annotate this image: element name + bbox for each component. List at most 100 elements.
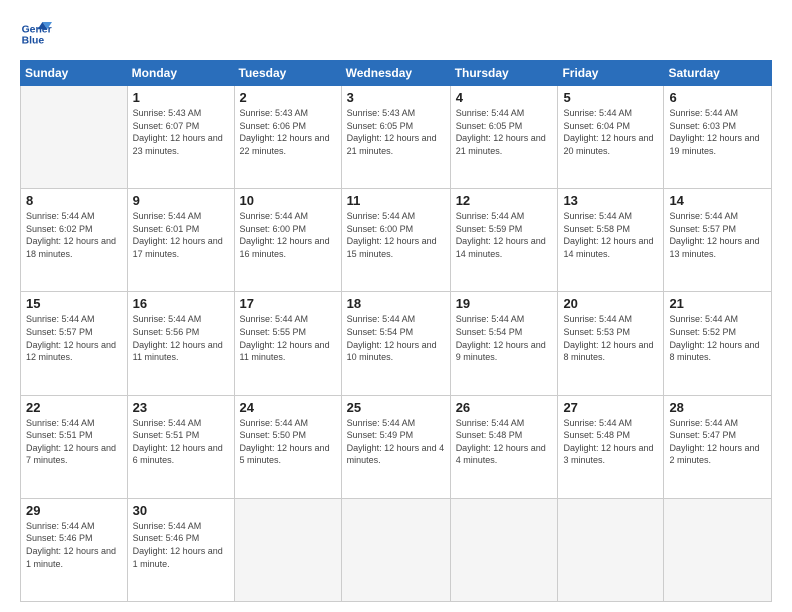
day-info: Sunrise: 5:44 AMSunset: 5:46 PMDaylight:… [133, 521, 223, 569]
day-number: 20 [563, 296, 658, 311]
calendar-cell: 19Sunrise: 5:44 AMSunset: 5:54 PMDayligh… [450, 292, 558, 395]
calendar-table: SundayMondayTuesdayWednesdayThursdayFrid… [20, 60, 772, 602]
day-number: 28 [669, 400, 766, 415]
day-number: 19 [456, 296, 553, 311]
weekday-header-thursday: Thursday [450, 61, 558, 86]
day-number: 17 [240, 296, 336, 311]
day-info: Sunrise: 5:44 AMSunset: 6:00 PMDaylight:… [347, 211, 437, 259]
day-number: 12 [456, 193, 553, 208]
day-number: 29 [26, 503, 122, 518]
day-info: Sunrise: 5:44 AMSunset: 6:03 PMDaylight:… [669, 108, 759, 156]
weekday-header-wednesday: Wednesday [341, 61, 450, 86]
day-info: Sunrise: 5:44 AMSunset: 5:47 PMDaylight:… [669, 418, 759, 466]
day-number: 14 [669, 193, 766, 208]
week-row-4: 29 Sunrise: 5:44 AMSunset: 5:46 PMDayligh… [21, 498, 772, 601]
day-number: 15 [26, 296, 122, 311]
calendar-cell: 2Sunrise: 5:43 AMSunset: 6:06 PMDaylight… [234, 86, 341, 189]
calendar-cell: 10 Sunrise: 5:44 AMSunset: 6:00 PMDayligh… [234, 189, 341, 292]
day-number: 8 [26, 193, 122, 208]
day-number: 26 [456, 400, 553, 415]
day-info: Sunrise: 5:43 AMSunset: 6:07 PMDaylight:… [133, 108, 223, 156]
day-info: Sunrise: 5:44 AMSunset: 6:02 PMDaylight:… [26, 211, 116, 259]
week-row-2: 15 Sunrise: 5:44 AMSunset: 5:57 PMDayligh… [21, 292, 772, 395]
calendar-cell: 14 Sunrise: 5:44 AMSunset: 5:57 PMDayligh… [664, 189, 772, 292]
day-info: Sunrise: 5:44 AMSunset: 5:52 PMDaylight:… [669, 314, 759, 362]
calendar-cell: 16Sunrise: 5:44 AMSunset: 5:56 PMDayligh… [127, 292, 234, 395]
day-info: Sunrise: 5:44 AMSunset: 5:57 PMDaylight:… [669, 211, 759, 259]
day-number: 25 [347, 400, 445, 415]
day-number: 21 [669, 296, 766, 311]
calendar-cell [558, 498, 664, 601]
calendar-cell: 1 Sunrise: 5:43 AMSunset: 6:07 PMDaylight… [127, 86, 234, 189]
day-info: Sunrise: 5:44 AMSunset: 5:51 PMDaylight:… [26, 418, 116, 466]
day-info: Sunrise: 5:44 AMSunset: 5:53 PMDaylight:… [563, 314, 653, 362]
calendar-cell [234, 498, 341, 601]
logo-icon: General Blue [20, 18, 52, 50]
calendar-cell [21, 86, 128, 189]
svg-text:Blue: Blue [22, 36, 45, 47]
day-number: 3 [347, 90, 445, 105]
weekday-header-tuesday: Tuesday [234, 61, 341, 86]
day-info: Sunrise: 5:44 AMSunset: 5:46 PMDaylight:… [26, 521, 116, 569]
calendar-cell: 21 Sunrise: 5:44 AMSunset: 5:52 PMDayligh… [664, 292, 772, 395]
day-info: Sunrise: 5:44 AMSunset: 6:00 PMDaylight:… [240, 211, 330, 259]
logo: General Blue [20, 18, 52, 50]
day-number: 27 [563, 400, 658, 415]
calendar-cell: 28 Sunrise: 5:44 AMSunset: 5:47 PMDayligh… [664, 395, 772, 498]
day-info: Sunrise: 5:44 AMSunset: 5:48 PMDaylight:… [456, 418, 546, 466]
day-number: 5 [563, 90, 658, 105]
weekday-header-sunday: Sunday [21, 61, 128, 86]
weekday-header-row: SundayMondayTuesdayWednesdayThursdayFrid… [21, 61, 772, 86]
day-info: Sunrise: 5:44 AMSunset: 5:59 PMDaylight:… [456, 211, 546, 259]
header: General Blue [20, 18, 772, 50]
day-info: Sunrise: 5:44 AMSunset: 6:01 PMDaylight:… [133, 211, 223, 259]
day-number: 16 [133, 296, 229, 311]
calendar-cell [450, 498, 558, 601]
day-info: Sunrise: 5:43 AMSunset: 6:05 PMDaylight:… [347, 108, 437, 156]
day-info: Sunrise: 5:44 AMSunset: 5:57 PMDaylight:… [26, 314, 116, 362]
day-info: Sunrise: 5:43 AMSunset: 6:06 PMDaylight:… [240, 108, 330, 156]
week-row-3: 22Sunrise: 5:44 AMSunset: 5:51 PMDayligh… [21, 395, 772, 498]
calendar-cell: 23Sunrise: 5:44 AMSunset: 5:51 PMDayligh… [127, 395, 234, 498]
day-number: 30 [133, 503, 229, 518]
day-number: 11 [347, 193, 445, 208]
calendar-cell: 27 Sunrise: 5:44 AMSunset: 5:48 PMDayligh… [558, 395, 664, 498]
day-info: Sunrise: 5:44 AMSunset: 5:48 PMDaylight:… [563, 418, 653, 466]
weekday-header-saturday: Saturday [664, 61, 772, 86]
day-info: Sunrise: 5:44 AMSunset: 5:51 PMDaylight:… [133, 418, 223, 466]
calendar-cell: 18Sunrise: 5:44 AMSunset: 5:54 PMDayligh… [341, 292, 450, 395]
week-row-1: 8 Sunrise: 5:44 AMSunset: 6:02 PMDaylight… [21, 189, 772, 292]
calendar-cell: 20 Sunrise: 5:44 AMSunset: 5:53 PMDayligh… [558, 292, 664, 395]
weekday-header-monday: Monday [127, 61, 234, 86]
calendar-cell: 9 Sunrise: 5:44 AMSunset: 6:01 PMDaylight… [127, 189, 234, 292]
day-info: Sunrise: 5:44 AMSunset: 5:54 PMDaylight:… [347, 314, 437, 362]
calendar-cell: 17Sunrise: 5:44 AMSunset: 5:55 PMDayligh… [234, 292, 341, 395]
day-number: 9 [133, 193, 229, 208]
calendar-cell: 25Sunrise: 5:44 AMSunset: 5:49 PMDayligh… [341, 395, 450, 498]
calendar-cell: 24 Sunrise: 5:44 AMSunset: 5:50 PMDayligh… [234, 395, 341, 498]
week-row-0: 1 Sunrise: 5:43 AMSunset: 6:07 PMDaylight… [21, 86, 772, 189]
day-info: Sunrise: 5:44 AMSunset: 6:04 PMDaylight:… [563, 108, 653, 156]
day-info: Sunrise: 5:44 AMSunset: 6:05 PMDaylight:… [456, 108, 546, 156]
day-number: 1 [133, 90, 229, 105]
calendar-cell: 22Sunrise: 5:44 AMSunset: 5:51 PMDayligh… [21, 395, 128, 498]
page: General Blue SundayMondayTuesdayWednesda… [0, 0, 792, 612]
day-info: Sunrise: 5:44 AMSunset: 5:50 PMDaylight:… [240, 418, 330, 466]
day-number: 4 [456, 90, 553, 105]
calendar-cell: 8 Sunrise: 5:44 AMSunset: 6:02 PMDaylight… [21, 189, 128, 292]
day-info: Sunrise: 5:44 AMSunset: 5:58 PMDaylight:… [563, 211, 653, 259]
weekday-header-friday: Friday [558, 61, 664, 86]
calendar-cell: 30 Sunrise: 5:44 AMSunset: 5:46 PMDayligh… [127, 498, 234, 601]
calendar-cell: 29 Sunrise: 5:44 AMSunset: 5:46 PMDayligh… [21, 498, 128, 601]
calendar-cell: 13Sunrise: 5:44 AMSunset: 5:58 PMDayligh… [558, 189, 664, 292]
day-number: 10 [240, 193, 336, 208]
calendar-cell: 5 Sunrise: 5:44 AMSunset: 6:04 PMDaylight… [558, 86, 664, 189]
calendar-cell: 4 Sunrise: 5:44 AMSunset: 6:05 PMDaylight… [450, 86, 558, 189]
calendar-cell: 11 Sunrise: 5:44 AMSunset: 6:00 PMDayligh… [341, 189, 450, 292]
calendar-cell: 3 Sunrise: 5:43 AMSunset: 6:05 PMDaylight… [341, 86, 450, 189]
calendar-cell: 12 Sunrise: 5:44 AMSunset: 5:59 PMDayligh… [450, 189, 558, 292]
calendar-cell: 6Sunrise: 5:44 AMSunset: 6:03 PMDaylight… [664, 86, 772, 189]
day-number: 24 [240, 400, 336, 415]
calendar-cell [341, 498, 450, 601]
calendar-cell: 15 Sunrise: 5:44 AMSunset: 5:57 PMDayligh… [21, 292, 128, 395]
